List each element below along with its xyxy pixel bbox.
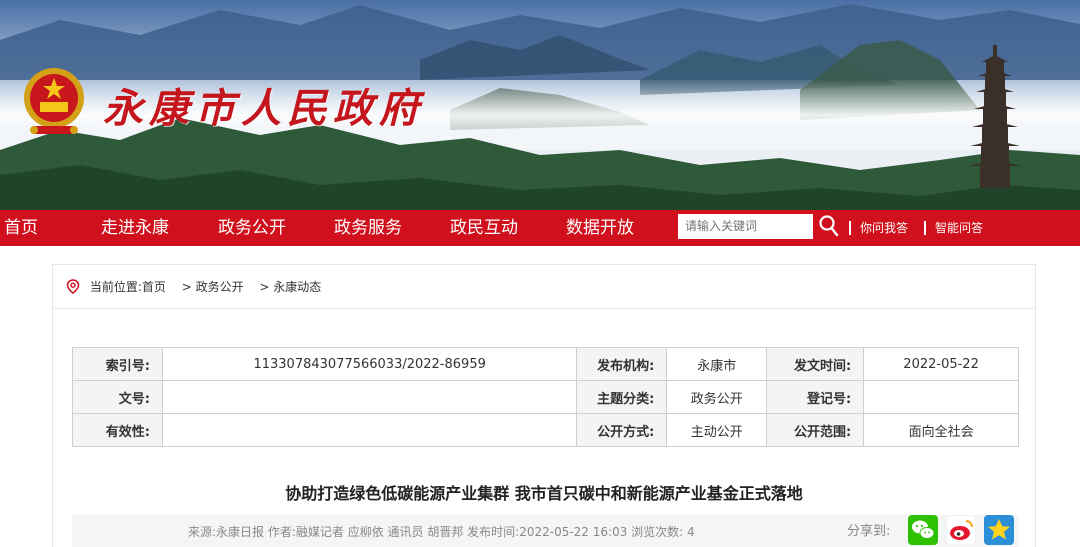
nav-divider xyxy=(924,221,926,235)
nav-item-services[interactable]: 政务服务 xyxy=(334,210,402,246)
open-mode-value: 主动公开 xyxy=(666,413,768,447)
article-title: 协助打造绿色低碳能源产业集群 我市首只碳中和新能源产业基金正式落地 xyxy=(285,484,803,503)
breadcrumb: 当前位置:首页 > 政务公开 > 永康动态 xyxy=(66,278,321,296)
open-scope-value: 面向全社会 xyxy=(863,413,1019,447)
topic-value: 政务公开 xyxy=(666,380,768,414)
issue-date-value: 2022-05-22 xyxy=(863,347,1019,381)
share-label: 分享到: xyxy=(847,524,891,539)
topic-label: 主题分类: xyxy=(576,380,668,414)
register-value xyxy=(863,380,1019,414)
main-nav: 首页 走进永康 政务公开 政务服务 政民互动 数据开放 xyxy=(0,210,1080,246)
validity-value xyxy=(161,413,578,447)
table-row: 文号: 主题分类: 政务公开 登记号: xyxy=(72,380,1019,414)
site-title: 永康市人民政府 xyxy=(103,85,425,132)
breadcrumb-home[interactable]: 当前位置:首页 xyxy=(90,280,166,294)
doc-no-label: 文号: xyxy=(72,380,163,414)
smart-qa-link[interactable]: 智能问答 xyxy=(935,210,983,246)
index-label: 索引号: xyxy=(72,347,163,381)
table-row: 索引号: 113307843077566033/2022-86959 发布机构:… xyxy=(72,347,1019,381)
breadcrumb-item-gov-affairs[interactable]: > 政务公开 xyxy=(182,280,244,294)
header-banner: 永康市人民政府 xyxy=(0,0,1080,210)
publisher-label: 发布机构: xyxy=(576,347,668,381)
publisher-value: 永康市 xyxy=(666,347,768,381)
nav-item-open-data[interactable]: 数据开放 xyxy=(566,210,634,246)
nav-item-home[interactable]: 首页 xyxy=(4,210,38,246)
nav-item-gov-affairs[interactable]: 政务公开 xyxy=(218,210,286,246)
wechat-icon[interactable] xyxy=(908,515,938,545)
search-input[interactable] xyxy=(678,214,813,239)
validity-label: 有效性: xyxy=(72,413,163,447)
divider xyxy=(53,308,1035,309)
register-label: 登记号: xyxy=(766,380,865,414)
search-icon[interactable] xyxy=(818,214,840,238)
location-pin-icon xyxy=(66,279,80,294)
index-value: 113307843077566033/2022-86959 xyxy=(161,347,578,381)
table-row: 有效性: 公开方式: 主动公开 公开范围: 面向全社会 xyxy=(72,413,1019,447)
qa-link[interactable]: 你问我答 xyxy=(860,210,908,246)
nav-divider xyxy=(849,221,851,235)
open-scope-label: 公开范围: xyxy=(766,413,865,447)
article-info: 来源:永康日报 作者:融媒记者 应柳依 通讯员 胡晋邦 发布时间:2022-05… xyxy=(188,525,695,539)
open-mode-label: 公开方式: xyxy=(576,413,668,447)
document-meta-table: 索引号: 113307843077566033/2022-86959 发布机构:… xyxy=(72,347,1019,447)
breadcrumb-item-news[interactable]: > 永康动态 xyxy=(259,280,321,294)
qzone-icon[interactable] xyxy=(984,515,1014,545)
nav-item-about[interactable]: 走进永康 xyxy=(101,210,169,246)
doc-no-value xyxy=(161,380,578,414)
nav-item-interaction[interactable]: 政民互动 xyxy=(450,210,518,246)
issue-date-label: 发文时间: xyxy=(766,347,865,381)
national-emblem-icon xyxy=(24,68,84,134)
weibo-icon[interactable] xyxy=(946,515,976,545)
